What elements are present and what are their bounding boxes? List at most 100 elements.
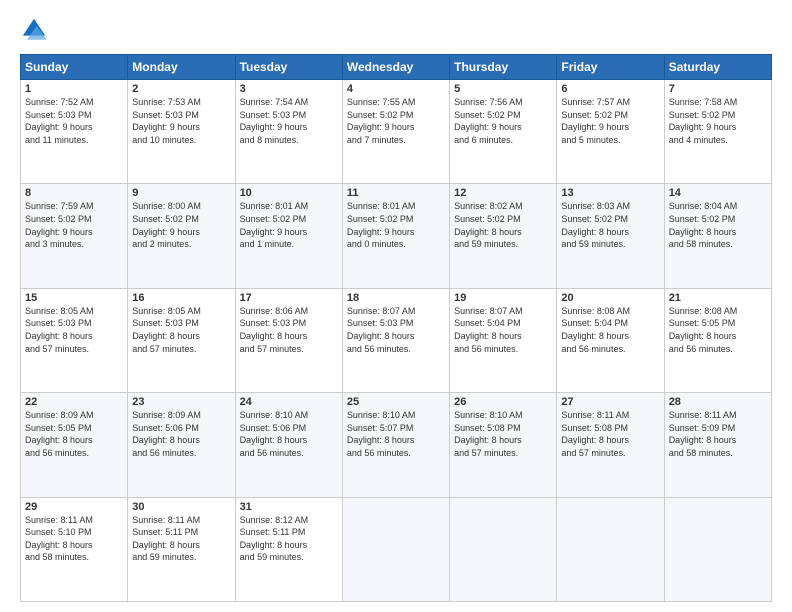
day-number: 15 bbox=[25, 292, 123, 304]
day-info: Sunrise: 8:01 AMSunset: 5:02 PMDaylight:… bbox=[347, 200, 445, 250]
day-cell-31: 31Sunrise: 8:12 AMSunset: 5:11 PMDayligh… bbox=[235, 497, 342, 601]
day-cell-1: 1Sunrise: 7:52 AMSunset: 5:03 PMDaylight… bbox=[21, 80, 128, 184]
weekday-header-wednesday: Wednesday bbox=[342, 55, 449, 80]
day-info: Sunrise: 8:09 AMSunset: 5:06 PMDaylight:… bbox=[132, 409, 230, 459]
day-info: Sunrise: 8:01 AMSunset: 5:02 PMDaylight:… bbox=[240, 200, 338, 250]
day-info: Sunrise: 8:07 AMSunset: 5:04 PMDaylight:… bbox=[454, 305, 552, 355]
day-info: Sunrise: 8:10 AMSunset: 5:06 PMDaylight:… bbox=[240, 409, 338, 459]
day-info: Sunrise: 7:56 AMSunset: 5:02 PMDaylight:… bbox=[454, 96, 552, 146]
day-info: Sunrise: 8:11 AMSunset: 5:08 PMDaylight:… bbox=[561, 409, 659, 459]
header bbox=[20, 16, 772, 44]
day-cell-24: 24Sunrise: 8:10 AMSunset: 5:06 PMDayligh… bbox=[235, 393, 342, 497]
empty-cell bbox=[664, 497, 771, 601]
empty-cell bbox=[557, 497, 664, 601]
day-number: 29 bbox=[25, 501, 123, 513]
day-number: 24 bbox=[240, 396, 338, 408]
day-cell-25: 25Sunrise: 8:10 AMSunset: 5:07 PMDayligh… bbox=[342, 393, 449, 497]
day-info: Sunrise: 8:06 AMSunset: 5:03 PMDaylight:… bbox=[240, 305, 338, 355]
day-number: 2 bbox=[132, 83, 230, 95]
day-number: 1 bbox=[25, 83, 123, 95]
day-info: Sunrise: 8:02 AMSunset: 5:02 PMDaylight:… bbox=[454, 200, 552, 250]
day-number: 17 bbox=[240, 292, 338, 304]
day-number: 12 bbox=[454, 187, 552, 199]
week-row-2: 8Sunrise: 7:59 AMSunset: 5:02 PMDaylight… bbox=[21, 184, 772, 288]
day-cell-30: 30Sunrise: 8:11 AMSunset: 5:11 PMDayligh… bbox=[128, 497, 235, 601]
day-number: 28 bbox=[669, 396, 767, 408]
day-number: 25 bbox=[347, 396, 445, 408]
day-number: 13 bbox=[561, 187, 659, 199]
day-cell-16: 16Sunrise: 8:05 AMSunset: 5:03 PMDayligh… bbox=[128, 288, 235, 392]
day-number: 8 bbox=[25, 187, 123, 199]
day-number: 22 bbox=[25, 396, 123, 408]
weekday-header-thursday: Thursday bbox=[450, 55, 557, 80]
day-info: Sunrise: 8:05 AMSunset: 5:03 PMDaylight:… bbox=[25, 305, 123, 355]
day-number: 10 bbox=[240, 187, 338, 199]
day-cell-14: 14Sunrise: 8:04 AMSunset: 5:02 PMDayligh… bbox=[664, 184, 771, 288]
day-info: Sunrise: 7:58 AMSunset: 5:02 PMDaylight:… bbox=[669, 96, 767, 146]
day-info: Sunrise: 7:55 AMSunset: 5:02 PMDaylight:… bbox=[347, 96, 445, 146]
day-info: Sunrise: 8:12 AMSunset: 5:11 PMDaylight:… bbox=[240, 514, 338, 564]
day-cell-12: 12Sunrise: 8:02 AMSunset: 5:02 PMDayligh… bbox=[450, 184, 557, 288]
day-cell-18: 18Sunrise: 8:07 AMSunset: 5:03 PMDayligh… bbox=[342, 288, 449, 392]
day-cell-21: 21Sunrise: 8:08 AMSunset: 5:05 PMDayligh… bbox=[664, 288, 771, 392]
weekday-header-saturday: Saturday bbox=[664, 55, 771, 80]
day-cell-27: 27Sunrise: 8:11 AMSunset: 5:08 PMDayligh… bbox=[557, 393, 664, 497]
day-cell-22: 22Sunrise: 8:09 AMSunset: 5:05 PMDayligh… bbox=[21, 393, 128, 497]
day-cell-23: 23Sunrise: 8:09 AMSunset: 5:06 PMDayligh… bbox=[128, 393, 235, 497]
day-number: 27 bbox=[561, 396, 659, 408]
weekday-header-tuesday: Tuesday bbox=[235, 55, 342, 80]
day-cell-11: 11Sunrise: 8:01 AMSunset: 5:02 PMDayligh… bbox=[342, 184, 449, 288]
day-cell-15: 15Sunrise: 8:05 AMSunset: 5:03 PMDayligh… bbox=[21, 288, 128, 392]
day-number: 7 bbox=[669, 83, 767, 95]
day-number: 23 bbox=[132, 396, 230, 408]
day-info: Sunrise: 7:59 AMSunset: 5:02 PMDaylight:… bbox=[25, 200, 123, 250]
day-cell-29: 29Sunrise: 8:11 AMSunset: 5:10 PMDayligh… bbox=[21, 497, 128, 601]
day-info: Sunrise: 8:03 AMSunset: 5:02 PMDaylight:… bbox=[561, 200, 659, 250]
day-info: Sunrise: 8:04 AMSunset: 5:02 PMDaylight:… bbox=[669, 200, 767, 250]
day-cell-28: 28Sunrise: 8:11 AMSunset: 5:09 PMDayligh… bbox=[664, 393, 771, 497]
day-cell-20: 20Sunrise: 8:08 AMSunset: 5:04 PMDayligh… bbox=[557, 288, 664, 392]
week-row-3: 15Sunrise: 8:05 AMSunset: 5:03 PMDayligh… bbox=[21, 288, 772, 392]
day-number: 30 bbox=[132, 501, 230, 513]
day-cell-10: 10Sunrise: 8:01 AMSunset: 5:02 PMDayligh… bbox=[235, 184, 342, 288]
weekday-header-row: SundayMondayTuesdayWednesdayThursdayFrid… bbox=[21, 55, 772, 80]
weekday-header-friday: Friday bbox=[557, 55, 664, 80]
week-row-5: 29Sunrise: 8:11 AMSunset: 5:10 PMDayligh… bbox=[21, 497, 772, 601]
day-info: Sunrise: 8:11 AMSunset: 5:09 PMDaylight:… bbox=[669, 409, 767, 459]
weekday-header-monday: Monday bbox=[128, 55, 235, 80]
day-cell-8: 8Sunrise: 7:59 AMSunset: 5:02 PMDaylight… bbox=[21, 184, 128, 288]
day-number: 11 bbox=[347, 187, 445, 199]
day-cell-5: 5Sunrise: 7:56 AMSunset: 5:02 PMDaylight… bbox=[450, 80, 557, 184]
day-info: Sunrise: 8:11 AMSunset: 5:11 PMDaylight:… bbox=[132, 514, 230, 564]
calendar: SundayMondayTuesdayWednesdayThursdayFrid… bbox=[20, 54, 772, 602]
day-info: Sunrise: 8:00 AMSunset: 5:02 PMDaylight:… bbox=[132, 200, 230, 250]
day-number: 19 bbox=[454, 292, 552, 304]
day-info: Sunrise: 7:54 AMSunset: 5:03 PMDaylight:… bbox=[240, 96, 338, 146]
day-number: 20 bbox=[561, 292, 659, 304]
day-cell-17: 17Sunrise: 8:06 AMSunset: 5:03 PMDayligh… bbox=[235, 288, 342, 392]
day-number: 31 bbox=[240, 501, 338, 513]
day-number: 21 bbox=[669, 292, 767, 304]
day-number: 5 bbox=[454, 83, 552, 95]
logo-icon bbox=[20, 16, 48, 44]
week-row-1: 1Sunrise: 7:52 AMSunset: 5:03 PMDaylight… bbox=[21, 80, 772, 184]
day-number: 26 bbox=[454, 396, 552, 408]
empty-cell bbox=[450, 497, 557, 601]
day-cell-26: 26Sunrise: 8:10 AMSunset: 5:08 PMDayligh… bbox=[450, 393, 557, 497]
day-info: Sunrise: 8:11 AMSunset: 5:10 PMDaylight:… bbox=[25, 514, 123, 564]
day-cell-19: 19Sunrise: 8:07 AMSunset: 5:04 PMDayligh… bbox=[450, 288, 557, 392]
day-cell-13: 13Sunrise: 8:03 AMSunset: 5:02 PMDayligh… bbox=[557, 184, 664, 288]
week-row-4: 22Sunrise: 8:09 AMSunset: 5:05 PMDayligh… bbox=[21, 393, 772, 497]
day-number: 14 bbox=[669, 187, 767, 199]
day-cell-2: 2Sunrise: 7:53 AMSunset: 5:03 PMDaylight… bbox=[128, 80, 235, 184]
page: SundayMondayTuesdayWednesdayThursdayFrid… bbox=[0, 0, 792, 612]
day-info: Sunrise: 8:10 AMSunset: 5:07 PMDaylight:… bbox=[347, 409, 445, 459]
day-info: Sunrise: 8:07 AMSunset: 5:03 PMDaylight:… bbox=[347, 305, 445, 355]
day-cell-7: 7Sunrise: 7:58 AMSunset: 5:02 PMDaylight… bbox=[664, 80, 771, 184]
day-info: Sunrise: 7:57 AMSunset: 5:02 PMDaylight:… bbox=[561, 96, 659, 146]
day-number: 9 bbox=[132, 187, 230, 199]
day-cell-3: 3Sunrise: 7:54 AMSunset: 5:03 PMDaylight… bbox=[235, 80, 342, 184]
day-info: Sunrise: 7:52 AMSunset: 5:03 PMDaylight:… bbox=[25, 96, 123, 146]
day-info: Sunrise: 8:08 AMSunset: 5:05 PMDaylight:… bbox=[669, 305, 767, 355]
day-cell-9: 9Sunrise: 8:00 AMSunset: 5:02 PMDaylight… bbox=[128, 184, 235, 288]
